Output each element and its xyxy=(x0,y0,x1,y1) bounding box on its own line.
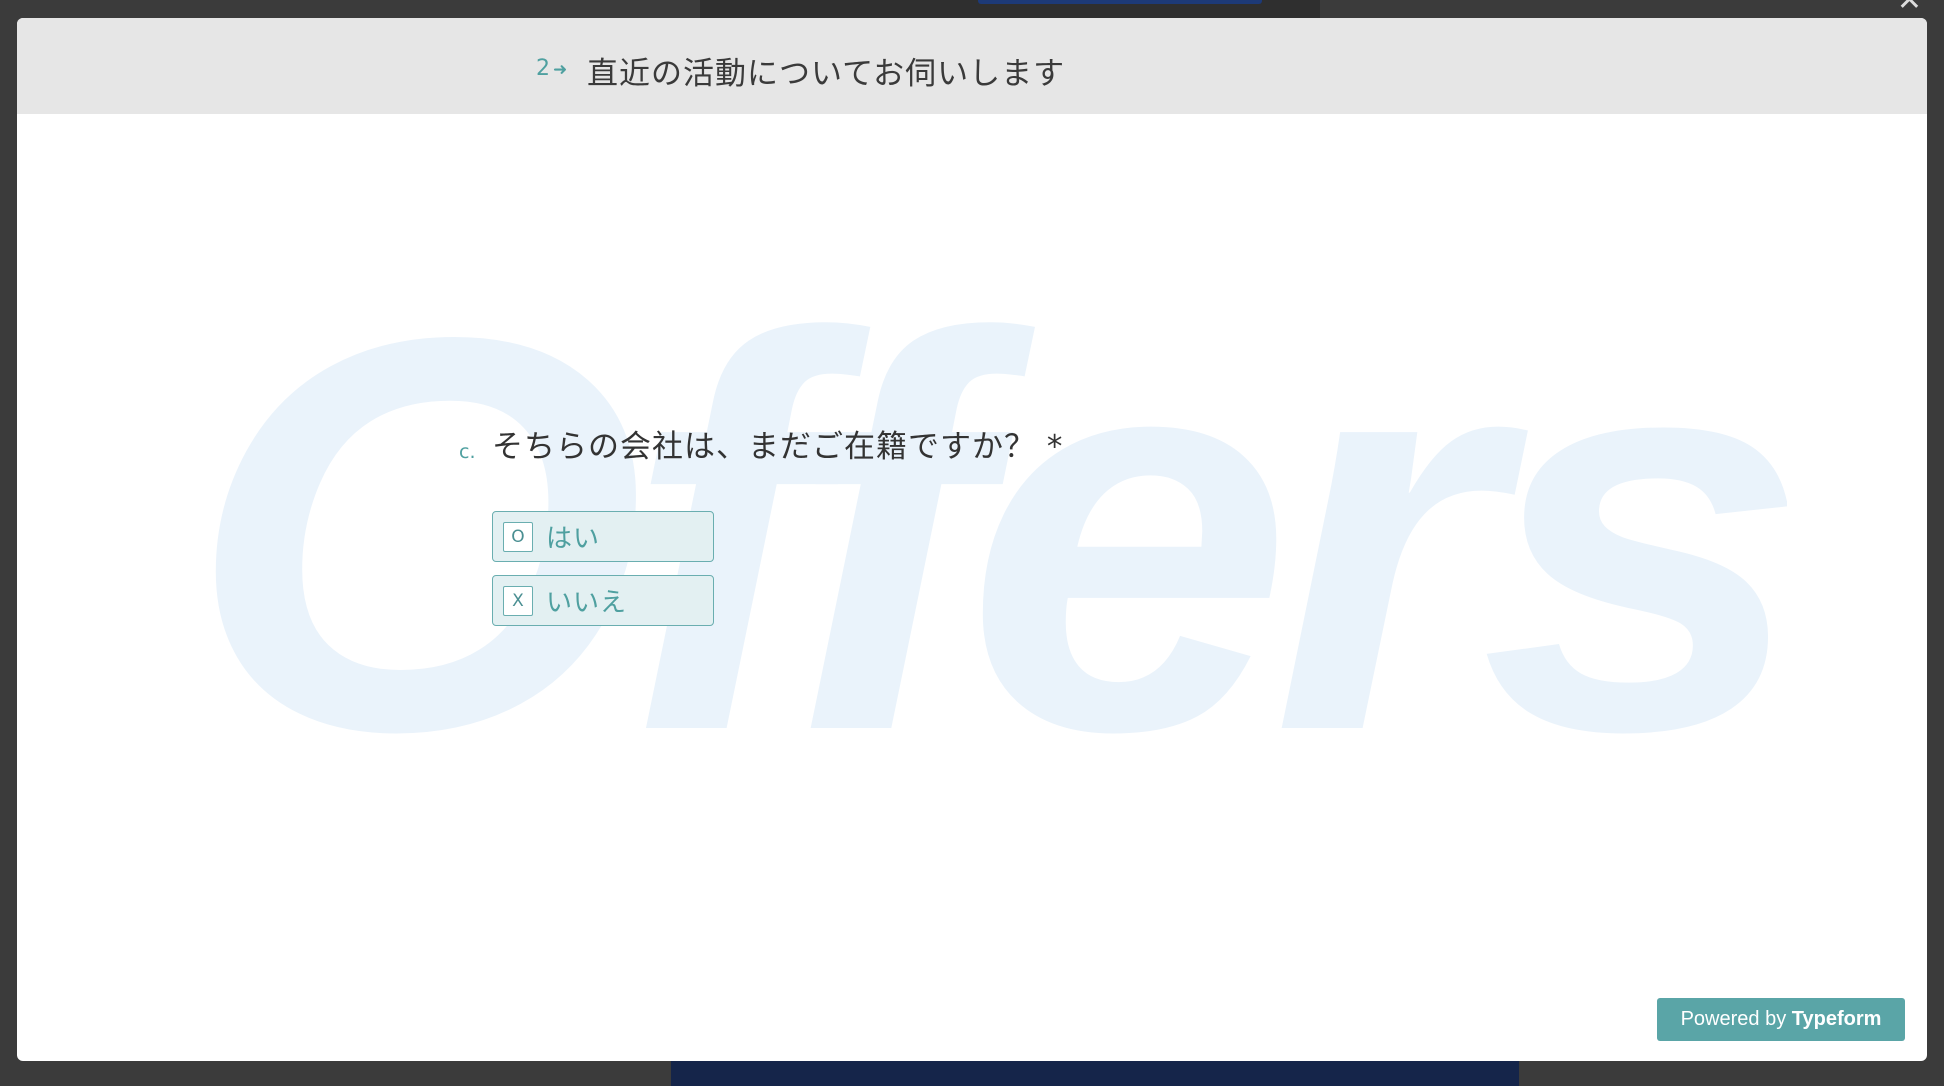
choice-yes[interactable]: O はい xyxy=(492,511,714,562)
choice-no[interactable]: X いいえ xyxy=(492,575,714,626)
background-footer-block xyxy=(671,1061,1519,1086)
arrow-right-icon: ➜ xyxy=(553,60,569,80)
background-progress-bar xyxy=(978,0,1262,4)
typeform-modal: 2 ➜ 直近の活動についてお伺いします Offers c. そちらの会社は、まだご… xyxy=(17,18,1927,1061)
section-number: 2 ➜ xyxy=(536,56,569,81)
section-title: 直近の活動についてお伺いします xyxy=(587,56,1066,92)
section-header: 2 ➜ 直近の活動についてお伺いします xyxy=(17,18,1927,114)
close-icon[interactable]: ✕ xyxy=(1897,0,1922,16)
choice-key-o: O xyxy=(503,522,533,552)
offers-watermark-logo: Offers xyxy=(187,248,1787,768)
choice-label-no: いいえ xyxy=(546,588,628,618)
choice-key-x: X xyxy=(503,586,533,616)
offers-watermark-text: Offers xyxy=(187,248,1787,768)
powered-by-prefix: Powered by xyxy=(1680,1008,1792,1030)
question-text: そちらの会社は、まだご在籍ですか？ * xyxy=(492,429,1064,465)
powered-by-typeform-button[interactable]: Powered by Typeform xyxy=(1657,998,1905,1041)
question-label: c. xyxy=(459,441,476,463)
typeform-brand: Typeform xyxy=(1791,1008,1882,1030)
choice-label-yes: はい xyxy=(546,524,601,554)
